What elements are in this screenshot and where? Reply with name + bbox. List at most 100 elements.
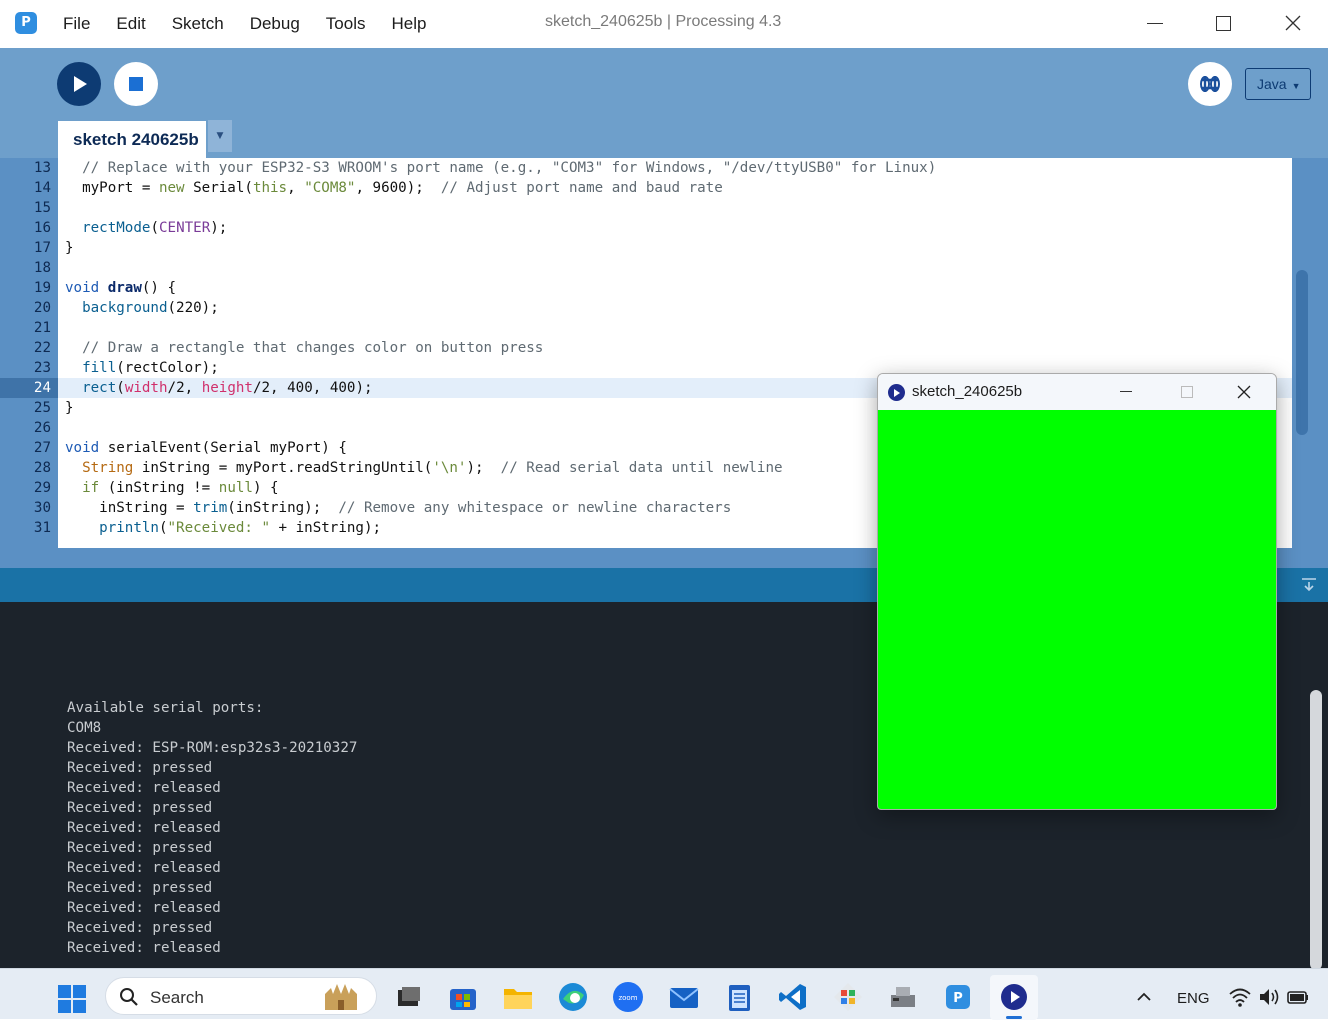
chevron-up-icon[interactable] <box>1135 988 1153 1006</box>
file-explorer-icon[interactable] <box>502 981 534 1013</box>
taskbar-search[interactable]: Search <box>105 977 377 1015</box>
line-number: 13 <box>33 160 51 176</box>
editor-scrollbar-thumb[interactable] <box>1296 270 1308 435</box>
sketch-canvas[interactable] <box>878 410 1276 809</box>
menu-debug[interactable]: Debug <box>250 14 300 34</box>
git-icon[interactable] <box>832 981 864 1013</box>
window-title: sketch_240625b | Processing 4.3 <box>545 13 782 30</box>
console-line: Received: released <box>67 900 221 916</box>
console-line: Received: released <box>67 820 221 836</box>
console-line: Received: pressed <box>67 800 213 816</box>
line-number: 28 <box>33 460 51 476</box>
search-icon <box>120 988 138 1006</box>
mail-icon[interactable] <box>668 981 700 1013</box>
title-bar: P File Edit Sketch Debug Tools Help sket… <box>0 0 1328 48</box>
device-icon[interactable] <box>887 981 919 1013</box>
code-line[interactable]: 16 rectMode(CENTER); <box>0 218 1292 238</box>
minimize-button[interactable] <box>1140 10 1170 38</box>
language-indicator[interactable]: ENG <box>1177 990 1210 1007</box>
mode-selector[interactable]: Java ▼ <box>1245 68 1311 100</box>
console-line: Received: released <box>67 860 221 876</box>
console-line: Received: pressed <box>67 760 213 776</box>
processing-sketch-icon[interactable] <box>998 981 1030 1013</box>
debugger-button[interactable] <box>1188 62 1232 106</box>
code-line[interactable]: 13 // Replace with your ESP32-S3 WROOM's… <box>0 158 1292 178</box>
line-number: 30 <box>33 500 51 516</box>
vscode-icon[interactable] <box>777 981 809 1013</box>
console-line: Received: pressed <box>67 840 213 856</box>
code-text: String inString = myPort.readStringUntil… <box>82 460 783 476</box>
code-line[interactable]: 20 background(220); <box>0 298 1292 318</box>
code-line[interactable]: 21 <box>0 318 1292 338</box>
mode-label: Java <box>1257 76 1287 92</box>
run-button[interactable] <box>57 62 101 106</box>
menu-tools[interactable]: Tools <box>326 14 366 34</box>
line-number: 19 <box>33 280 51 296</box>
task-view-icon[interactable] <box>393 981 425 1013</box>
console-line: Received: released <box>67 780 221 796</box>
processing-icon[interactable]: P <box>942 981 974 1013</box>
search-highlight-icon <box>325 984 357 1010</box>
svg-text:zoom: zoom <box>618 994 637 1002</box>
code-text: // Replace with your ESP32-S3 WROOM's po… <box>82 160 937 176</box>
code-text: println("Received: " + inString); <box>99 520 382 536</box>
console-line: Received: pressed <box>67 880 213 896</box>
maximize-button[interactable] <box>1208 10 1238 38</box>
sketch-window-maximize-button <box>1176 382 1196 402</box>
code-text: inString = trim(inString); // Remove any… <box>65 500 732 516</box>
tab-sketch[interactable]: sketch 240625b <box>58 118 206 158</box>
code-line[interactable]: 14 myPort = new Serial(this, "COM8", 960… <box>0 178 1292 198</box>
menu-file[interactable]: File <box>63 14 90 34</box>
console-line: Received: ESP-ROM:esp32s3-20210327 <box>67 740 358 756</box>
code-line[interactable]: 22 // Draw a rectangle that changes colo… <box>0 338 1292 358</box>
sketch-window-title: sketch_240625b <box>912 383 1023 400</box>
code-line[interactable]: 19 void draw() { <box>0 278 1292 298</box>
download-icon <box>1302 578 1316 592</box>
zoom-icon[interactable]: zoom <box>612 981 644 1013</box>
console-line: Available serial ports: <box>67 700 264 716</box>
line-number: 31 <box>33 520 51 536</box>
console-line: Received: pressed <box>67 920 213 936</box>
code-text: } <box>65 400 74 416</box>
menu-sketch[interactable]: Sketch <box>172 14 224 34</box>
code-line[interactable]: 15 <box>0 198 1292 218</box>
tab-menu-button[interactable]: ▼ <box>208 120 232 152</box>
code-text: void serialEvent(Serial myPort) { <box>65 440 347 456</box>
notepad-icon[interactable] <box>723 981 755 1013</box>
close-button[interactable] <box>1278 10 1308 38</box>
sketch-window-minimize-button[interactable] <box>1116 382 1136 402</box>
chevron-down-icon: ▼ <box>216 131 224 141</box>
close-icon <box>1237 385 1251 399</box>
menu-edit[interactable]: Edit <box>116 14 145 34</box>
stop-button[interactable] <box>114 62 158 106</box>
console-options-icon[interactable] <box>1299 577 1319 593</box>
line-number: 29 <box>33 480 51 496</box>
line-number: 25 <box>33 400 51 416</box>
menu-help[interactable]: Help <box>391 14 426 34</box>
sketch-window-title-bar[interactable]: sketch_240625b <box>878 374 1276 410</box>
toolbar: Java ▼ sketch 240625b ▼ <box>0 48 1328 158</box>
store-icon[interactable] <box>447 981 479 1013</box>
code-text: fill(rectColor); <box>82 360 219 376</box>
console-scrollbar-thumb[interactable] <box>1310 690 1322 970</box>
code-text: rectMode(CENTER); <box>82 220 228 236</box>
edge-icon[interactable] <box>557 981 589 1013</box>
code-text: if (inString != null) { <box>82 480 279 496</box>
sketch-window-close-button[interactable] <box>1234 382 1254 402</box>
line-number: 26 <box>33 420 51 436</box>
console-line: COM8 <box>67 720 102 736</box>
line-number: 24 <box>0 378 58 398</box>
line-number: 16 <box>33 220 51 236</box>
code-line[interactable]: 18 <box>0 258 1292 278</box>
code-line[interactable]: 17} <box>0 238 1292 258</box>
battery-icon[interactable] <box>1286 985 1310 1009</box>
sketch-output-window: sketch_240625b <box>877 373 1277 810</box>
line-number: 14 <box>33 180 51 196</box>
volume-icon[interactable] <box>1257 985 1281 1009</box>
console-lines: Available serial ports: COM8 Received: ESP… <box>67 698 357 958</box>
wifi-icon[interactable] <box>1228 985 1252 1009</box>
menu-bar: File Edit Sketch Debug Tools Help <box>50 0 439 48</box>
line-number: 27 <box>33 440 51 456</box>
start-button[interactable] <box>58 985 88 1015</box>
line-number: 23 <box>33 360 51 376</box>
